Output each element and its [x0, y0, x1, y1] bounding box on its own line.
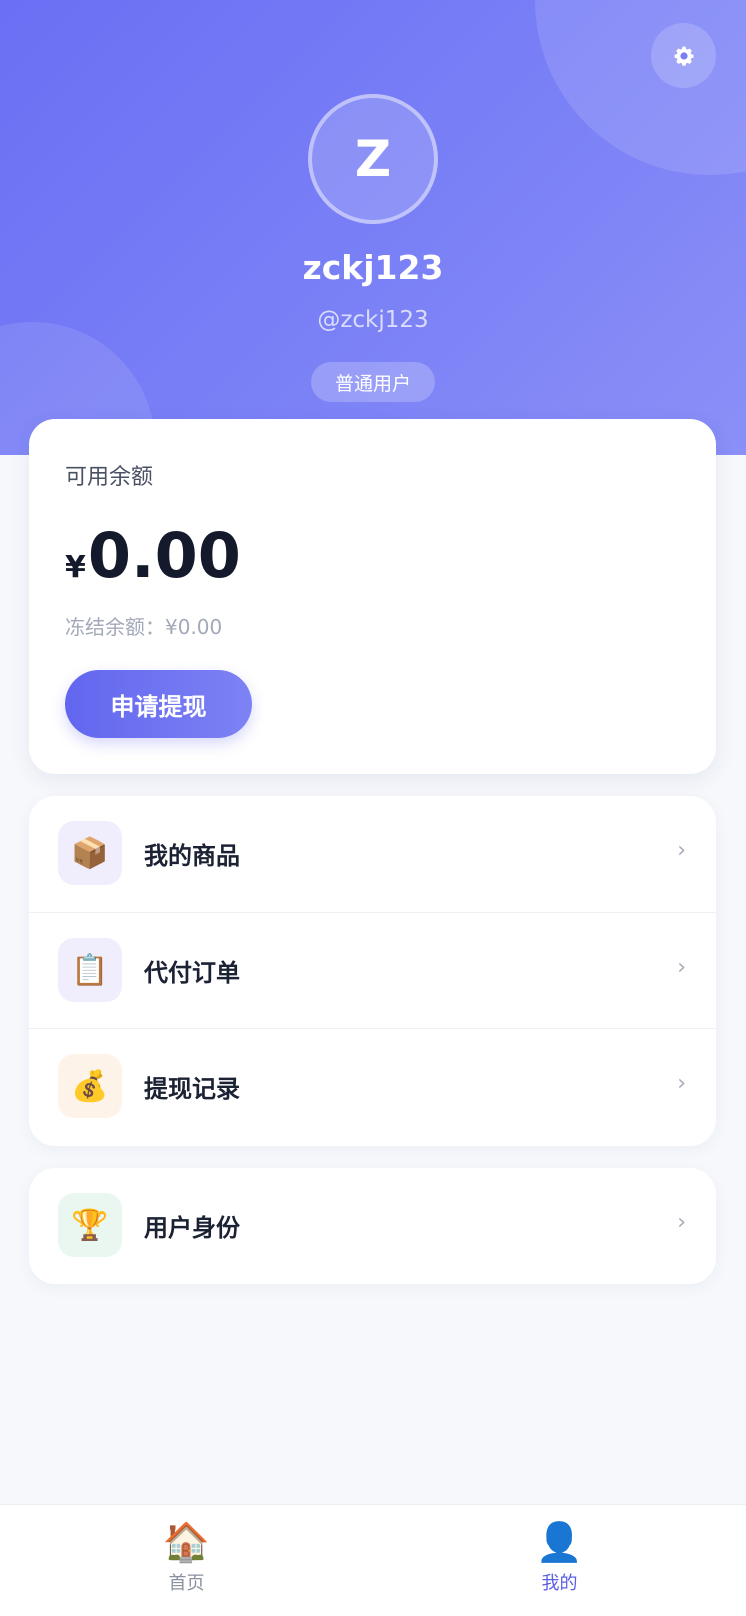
menu-card: 🏆 用户身份 ›: [29, 1168, 716, 1284]
user-handle: @zckj123: [317, 307, 429, 333]
currency-symbol: ¥: [65, 550, 86, 585]
chevron-right-icon: ›: [677, 955, 686, 980]
balance-value: 0.00: [87, 519, 241, 592]
role-badge: 普通用户: [311, 362, 435, 402]
balance-card: 可用余额 ¥ 0.00 冻结余额：¥0.00 申请提现: [29, 419, 716, 774]
clipboard-icon: 📋: [58, 938, 122, 1002]
menu-item-label: 用户身份: [144, 1214, 240, 1242]
balance-label: 可用余额: [65, 465, 154, 490]
house-icon: 🏠: [162, 1520, 211, 1564]
menu-item-user-identity[interactable]: 🏆 用户身份 ›: [29, 1168, 716, 1284]
avatar[interactable]: Z: [308, 94, 438, 224]
menu-card: 📦 我的商品 › 📋 代付订单 › 💰 提现记录 ›: [29, 796, 716, 1146]
frozen-balance: 冻结余额：¥0.00: [65, 615, 223, 639]
chevron-right-icon: ›: [677, 838, 686, 863]
tab-label: 首页: [168, 1573, 205, 1594]
package-icon: 📦: [58, 821, 122, 885]
menu-item-label: 代付订单: [144, 959, 240, 987]
balance-amount: ¥ 0.00: [65, 519, 241, 592]
menu-item-proxy-orders[interactable]: 📋 代付订单 ›: [29, 912, 716, 1028]
menu-item-my-products[interactable]: 📦 我的商品 ›: [29, 796, 716, 912]
tab-home[interactable]: 🏠 首页: [0, 1505, 373, 1616]
profile-header: Z zckj123 @zckj123 普通用户: [0, 0, 746, 455]
gear-icon: [674, 46, 693, 66]
user-icon: 👤: [535, 1520, 584, 1564]
menu-item-label: 我的商品: [144, 842, 240, 870]
trophy-icon: 🏆: [58, 1193, 122, 1257]
username: zckj123: [302, 248, 444, 287]
decorative-circle: [535, 0, 746, 175]
money-bag-icon: 💰: [58, 1054, 122, 1118]
chevron-right-icon: ›: [677, 1210, 686, 1235]
avatar-initial: Z: [354, 130, 392, 188]
tab-me[interactable]: 👤 我的: [373, 1505, 746, 1616]
chevron-right-icon: ›: [677, 1071, 686, 1096]
settings-button[interactable]: [651, 23, 716, 88]
tab-label: 我的: [541, 1573, 578, 1594]
menu-item-label: 提现记录: [144, 1075, 240, 1103]
menu-item-withdraw-records[interactable]: 💰 提现记录 ›: [29, 1028, 716, 1144]
withdraw-button[interactable]: 申请提现: [65, 670, 252, 738]
bottom-tab-bar: 🏠 首页 👤 我的: [0, 1504, 746, 1616]
